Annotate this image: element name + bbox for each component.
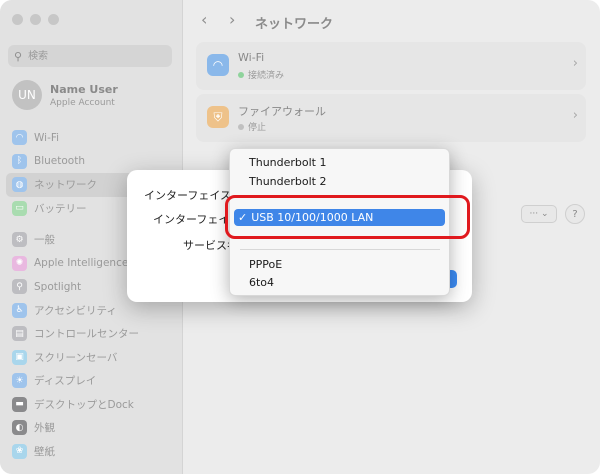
window-controls (12, 14, 59, 25)
zoom-window-button[interactable] (48, 14, 59, 25)
search-field[interactable]: ⚲ (8, 45, 172, 67)
search-icon: ⚲ (14, 49, 23, 63)
sidebar-item-screensaver[interactable]: ▣ スクリーンセーバ (6, 346, 176, 370)
wallpaper-icon: ❀ (12, 443, 27, 459)
menu-separator (240, 249, 440, 250)
selection-highlight-annotation (225, 195, 470, 239)
menu-item-6to4[interactable]: 6to4 (249, 276, 274, 289)
status-dot (238, 71, 244, 78)
service-row-wifi[interactable]: ◠ Wi-Fi 接続済み › (196, 42, 586, 90)
menu-item-thunderbolt-1[interactable]: Thunderbolt 1 (249, 156, 326, 169)
battery-icon: ▭ (12, 200, 27, 216)
sidebar-item-label: コントロールセンター (34, 328, 139, 341)
system-settings-window: ⚲ UN Name User Apple Account ◠ Wi-Fi ᛒ B… (0, 0, 600, 474)
sidebar-item-desktop-dock[interactable]: ▬ デスクトップとDock (6, 393, 176, 417)
chevron-right-icon: › (572, 108, 578, 123)
sidebar-item-accessibility[interactable]: ♿ アクセシビリティ (6, 299, 176, 323)
desktop-dock-icon: ▬ (12, 396, 27, 412)
help-button[interactable]: ? (565, 204, 585, 224)
sidebar-item-appearance[interactable]: ◐ 外観 (6, 416, 176, 440)
firewall-icon: ⛨ (207, 106, 229, 128)
sidebar-item-label: アクセシビリティ (34, 304, 117, 317)
sidebar-item-label: 外観 (34, 422, 55, 435)
globe-icon: ◍ (12, 177, 27, 193)
sidebar-item-label: ディスプレイ (34, 375, 97, 388)
minimize-window-button[interactable] (30, 14, 41, 25)
sidebar-item-label: 一般 (34, 234, 55, 247)
sidebar-item-label: ネットワーク (34, 179, 97, 192)
service-status: 停止 (238, 120, 266, 133)
accessibility-icon: ♿ (12, 302, 27, 318)
close-window-button[interactable] (12, 14, 23, 25)
sidebar-item-wallpaper[interactable]: ❀ 壁紙 (6, 440, 176, 464)
more-actions-button[interactable]: ··· ⌄ (521, 205, 557, 223)
sidebar-item-label: 壁紙 (34, 445, 55, 458)
page-title: ネットワーク (255, 17, 334, 32)
sidebar-item-label: Bluetooth (34, 155, 85, 168)
toolbar: ‹ › ネットワーク (183, 0, 600, 42)
spotlight-icon: ⚲ (12, 279, 27, 295)
service-name: Wi-Fi (238, 51, 265, 64)
sidebar-item-label: Wi-Fi (34, 131, 60, 144)
wifi-icon: ◠ (207, 54, 229, 76)
apple-intelligence-icon: ✺ (12, 255, 27, 271)
appearance-icon: ◐ (12, 420, 27, 436)
sidebar-item-label: バッテリー (34, 202, 87, 215)
service-row-firewall[interactable]: ⛨ ファイアウォール 停止 › (196, 94, 586, 142)
gear-icon: ⚙ (12, 232, 27, 248)
sidebar-item-display[interactable]: ☀ ディスプレイ (6, 369, 176, 393)
sidebar-item-label: Apple Intelligence (34, 257, 129, 270)
screensaver-icon: ▣ (12, 349, 27, 365)
status-text: 停止 (248, 123, 267, 133)
display-icon: ☀ (12, 373, 27, 389)
service-status: 接続済み (238, 68, 284, 81)
user-account[interactable]: UN Name User Apple Account (12, 80, 118, 110)
service-name: ファイアウォール (238, 105, 326, 118)
user-subtitle: Apple Account (50, 97, 115, 108)
user-name: Name User (50, 82, 118, 96)
forward-icon[interactable]: › (229, 10, 235, 29)
wifi-icon: ◠ (12, 130, 27, 146)
sidebar-item-control-center[interactable]: ▤ コントロールセンター (6, 322, 176, 346)
control-center-icon: ▤ (12, 326, 27, 342)
sidebar-item-label: スクリーンセーバ (34, 351, 118, 364)
back-icon[interactable]: ‹ (201, 10, 207, 29)
search-input[interactable] (26, 49, 161, 63)
status-text: 接続済み (248, 71, 285, 81)
interface-label: インターフェイ (153, 213, 230, 226)
menu-item-thunderbolt-2[interactable]: Thunderbolt 2 (249, 175, 326, 188)
sidebar-item-label: デスクトップとDock (34, 398, 134, 411)
sidebar-item-wifi[interactable]: ◠ Wi-Fi (6, 126, 176, 150)
bluetooth-icon: ᛒ (12, 153, 27, 169)
sidebar-item-label: Spotlight (34, 280, 82, 293)
menu-item-pppoe[interactable]: PPPoE (249, 258, 282, 271)
avatar: UN (12, 80, 42, 110)
chevron-right-icon: › (572, 56, 578, 71)
status-dot (238, 123, 244, 130)
